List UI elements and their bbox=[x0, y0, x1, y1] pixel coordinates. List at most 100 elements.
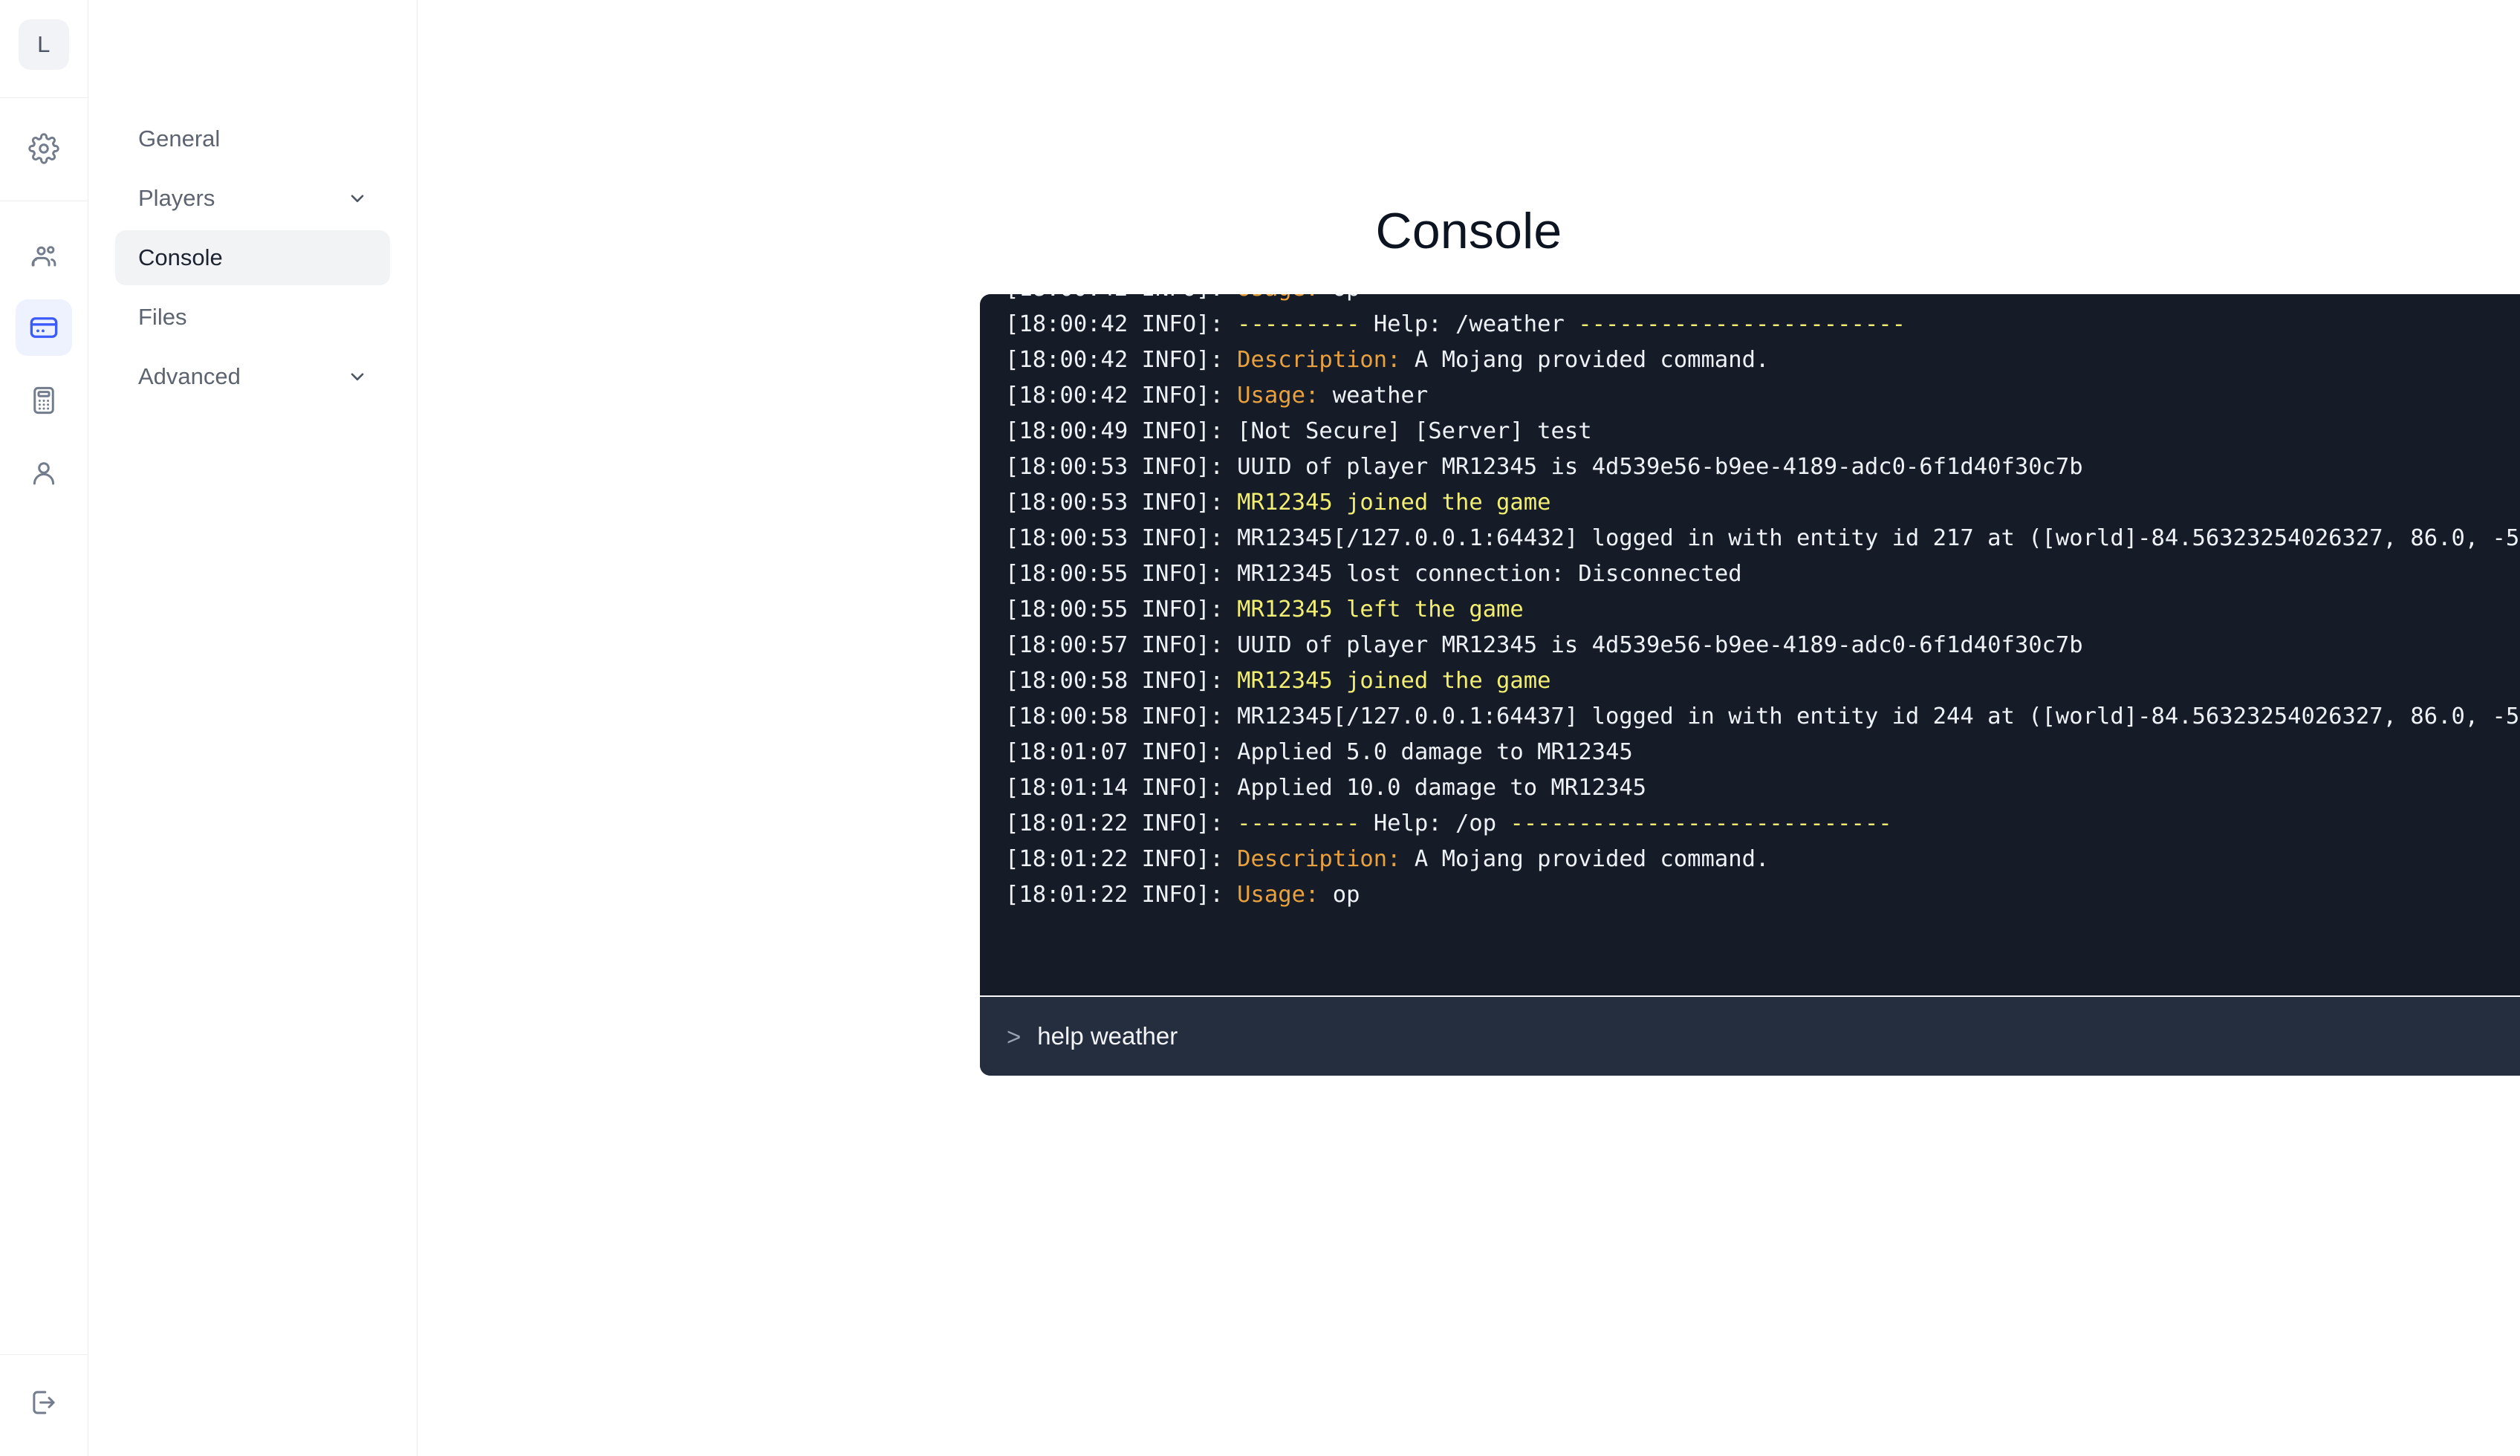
log-segment: UUID of player MR12345 is 4d539e56-b9ee-… bbox=[1237, 454, 2083, 480]
page-title: Console bbox=[1375, 203, 1562, 259]
chevron-down-icon bbox=[348, 367, 367, 386]
log-timestamp: [18:00:58 INFO]: bbox=[1005, 703, 1238, 729]
console-log-line: [18:00:58 INFO]: MR12345[/127.0.0.1:6443… bbox=[1005, 699, 2520, 735]
log-timestamp: [18:00:53 INFO]: bbox=[1005, 490, 1238, 516]
console-log-line: [18:00:58 INFO]: MR12345 joined the game bbox=[1005, 663, 2520, 699]
log-timestamp: [18:01:07 INFO]: bbox=[1005, 739, 1238, 765]
log-segment: A Mojang provided command. bbox=[1414, 846, 1770, 872]
console-log-line: [18:01:22 INFO]: --------- Help: /op ---… bbox=[1005, 806, 2520, 842]
rail-group-primary bbox=[16, 120, 72, 177]
sidebar-item-label: Advanced bbox=[138, 363, 241, 389]
sidebar-item-console[interactable]: Console bbox=[115, 230, 390, 285]
console-log-line: [18:00:42 INFO]: Usage: weather bbox=[1005, 378, 2520, 414]
command-input[interactable] bbox=[1037, 1022, 2520, 1050]
users-icon bbox=[28, 239, 59, 270]
console-log-line: [18:00:42 INFO]: Description: A Mojang p… bbox=[1005, 342, 2520, 378]
log-segment: op bbox=[1332, 882, 1360, 908]
log-segment: MR12345[/127.0.0.1:64432] logged in with… bbox=[1237, 525, 2520, 551]
console-log-line: [18:00:57 INFO]: UUID of player MR12345 … bbox=[1005, 628, 2520, 663]
app-root: L General Players Console Files Advanced… bbox=[0, 0, 2520, 1456]
log-timestamp: [18:00:55 INFO]: bbox=[1005, 597, 1238, 623]
log-timestamp: [18:01:22 INFO]: bbox=[1005, 846, 1238, 872]
calculator-icon bbox=[28, 385, 59, 416]
sidebar-item-label: Players bbox=[138, 185, 215, 211]
console-log-line: [18:00:42 INFO]: --------- Help: /weathe… bbox=[1005, 307, 2520, 342]
sidebar-item-label: General bbox=[138, 126, 221, 152]
console-log-line: [18:01:14 INFO]: Applied 10.0 damage to … bbox=[1005, 770, 2520, 806]
sidebar-item-label: Files bbox=[138, 304, 187, 330]
rail-item-account[interactable] bbox=[16, 445, 72, 501]
log-segment: Applied 5.0 damage to MR12345 bbox=[1237, 739, 1633, 765]
main-content: Console [18:00:42 INFO]: Usage: op[18:00… bbox=[418, 0, 2520, 1456]
log-segment: Usage: bbox=[1237, 294, 1333, 302]
console-log-line: [18:00:53 INFO]: MR12345 joined the game bbox=[1005, 485, 2520, 521]
log-segment: A Mojang provided command. bbox=[1414, 347, 1770, 373]
rail-group-secondary bbox=[16, 227, 72, 501]
log-segment: Description: bbox=[1237, 846, 1415, 872]
rail-item-logout[interactable] bbox=[16, 1374, 72, 1431]
log-segment: MR12345 joined the game bbox=[1237, 490, 1551, 516]
console-terminal: [18:00:42 INFO]: Usage: op[18:00:42 INFO… bbox=[980, 294, 2520, 1076]
console-log-line: [18:00:53 INFO]: UUID of player MR12345 … bbox=[1005, 449, 2520, 485]
log-timestamp: [18:00:49 INFO]: bbox=[1005, 418, 1238, 444]
brand-logo[interactable]: L bbox=[19, 19, 69, 70]
sidebar-item-advanced[interactable]: Advanced bbox=[115, 349, 390, 404]
log-segment: MR12345 joined the game bbox=[1237, 668, 1551, 694]
console-log-line: [18:00:53 INFO]: MR12345[/127.0.0.1:6443… bbox=[1005, 521, 2520, 556]
log-segment: ---------------------------- bbox=[1510, 810, 1892, 836]
rail-bottom-group bbox=[0, 1354, 88, 1456]
log-segment: UUID of player MR12345 is 4d539e56-b9ee-… bbox=[1237, 632, 2083, 658]
console-log-line: [18:01:22 INFO]: Description: A Mojang p… bbox=[1005, 842, 2520, 877]
prompt-chevron-icon: > bbox=[1007, 1022, 1022, 1050]
log-timestamp: [18:00:58 INFO]: bbox=[1005, 668, 1238, 694]
log-timestamp: [18:00:53 INFO]: bbox=[1005, 454, 1238, 480]
section-nav: General Players Console Files Advanced bbox=[88, 0, 418, 1456]
log-segment: --------- bbox=[1237, 311, 1374, 337]
log-timestamp: [18:00:42 INFO]: bbox=[1005, 383, 1238, 409]
console-card-icon bbox=[28, 312, 59, 343]
log-segment: Usage: bbox=[1237, 383, 1333, 409]
console-log-output[interactable]: [18:00:42 INFO]: Usage: op[18:00:42 INFO… bbox=[980, 294, 2520, 995]
sidebar-item-label: Console bbox=[138, 244, 223, 270]
console-log-line: [18:00:42 INFO]: Usage: op bbox=[1005, 294, 2520, 307]
sidebar-item-files[interactable]: Files bbox=[115, 290, 390, 345]
log-segment: op bbox=[1333, 294, 1360, 302]
console-log-line: [18:00:55 INFO]: MR12345 lost connection… bbox=[1005, 556, 2520, 592]
sidebar-item-general[interactable]: General bbox=[115, 111, 390, 166]
log-timestamp: [18:00:42 INFO]: bbox=[1005, 294, 1237, 302]
log-timestamp: [18:00:42 INFO]: bbox=[1005, 347, 1238, 373]
gear-icon bbox=[28, 133, 59, 164]
log-segment: MR12345[/127.0.0.1:64437] logged in with… bbox=[1237, 703, 2520, 729]
log-segment: Help: /op bbox=[1373, 810, 1510, 836]
log-segment: Help: /weather bbox=[1373, 311, 1579, 337]
brand-logo-letter: L bbox=[37, 31, 51, 57]
log-segment: [Not Secure] [Server] test bbox=[1237, 418, 1592, 444]
console-input-bar: > send bbox=[980, 995, 2520, 1076]
log-timestamp: [18:00:57 INFO]: bbox=[1005, 632, 1238, 658]
rail-divider-top bbox=[0, 97, 88, 98]
log-timestamp: [18:00:42 INFO]: bbox=[1005, 311, 1238, 337]
log-timestamp: [18:00:55 INFO]: bbox=[1005, 561, 1238, 587]
log-segment: weather bbox=[1332, 383, 1429, 409]
rail-item-billing[interactable] bbox=[16, 372, 72, 429]
icon-rail: L bbox=[0, 0, 88, 1456]
rail-item-settings[interactable] bbox=[16, 120, 72, 177]
rail-item-players[interactable] bbox=[16, 227, 72, 283]
log-segment: ------------------------ bbox=[1578, 311, 1906, 337]
rail-item-console[interactable] bbox=[16, 299, 72, 356]
logout-icon bbox=[28, 1387, 59, 1418]
log-segment: Applied 10.0 damage to MR12345 bbox=[1237, 775, 1647, 801]
console-log-line: [18:00:49 INFO]: [Not Secure] [Server] t… bbox=[1005, 414, 2520, 449]
user-icon bbox=[28, 458, 59, 489]
log-timestamp: [18:01:22 INFO]: bbox=[1005, 882, 1238, 908]
log-timestamp: [18:01:22 INFO]: bbox=[1005, 810, 1238, 836]
log-timestamp: [18:00:53 INFO]: bbox=[1005, 525, 1238, 551]
sidebar-item-players[interactable]: Players bbox=[115, 171, 390, 226]
console-log-line: [18:00:55 INFO]: MR12345 left the game bbox=[1005, 592, 2520, 628]
chevron-down-icon bbox=[348, 189, 367, 208]
console-log-line: [18:01:22 INFO]: Usage: op bbox=[1005, 877, 2520, 913]
log-segment: MR12345 left the game bbox=[1237, 597, 1524, 623]
log-segment: Usage: bbox=[1237, 882, 1333, 908]
log-timestamp: [18:01:14 INFO]: bbox=[1005, 775, 1238, 801]
log-segment: MR12345 lost connection: Disconnected bbox=[1237, 561, 1742, 587]
